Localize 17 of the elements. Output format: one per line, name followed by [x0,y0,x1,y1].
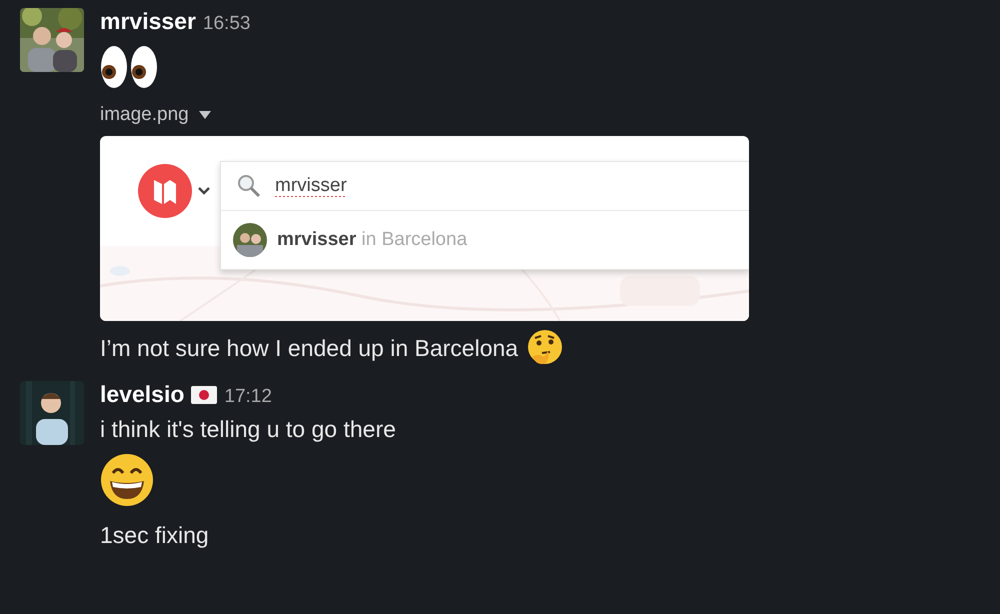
logo-icon [138,164,192,218]
author-name[interactable]: mrvisser [100,8,196,35]
chevron-icon[interactable] [198,187,210,195]
eyes-icon [100,45,158,89]
file-name-link[interactable]: image.png [100,104,749,126]
message-text: 1sec fixing [100,522,209,549]
message-time: 16:53 [202,13,250,35]
message-text: i think it's telling u to go there [100,416,396,443]
grinning-face-icon [100,453,154,507]
message-time: 17:12 [224,386,272,408]
search-icon [237,174,261,198]
search-result[interactable]: mrvisser in Barcelona [277,229,468,251]
caret-icon [198,111,211,119]
thinking-face-icon [526,329,564,367]
author-name[interactable]: levelsio [100,381,184,408]
flag-icon [191,386,218,404]
message-text: I’m not sure how I ended up in Barcelona [100,334,518,362]
